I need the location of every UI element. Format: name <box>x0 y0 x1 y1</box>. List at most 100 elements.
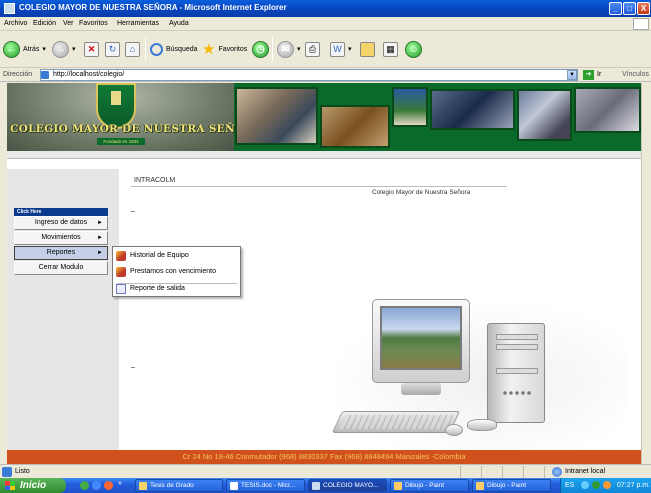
submenu-item-prestamos-con-vencimiento[interactable]: Prestamos con vencimiento <box>113 264 240 280</box>
address-input[interactable]: http://localhost/colegio/ <box>40 69 578 81</box>
submenu-item-label: Reporte de salida <box>130 285 185 292</box>
search-icon <box>150 42 163 56</box>
folder-icon <box>139 482 147 490</box>
maximize-button[interactable]: □ <box>623 2 636 15</box>
stop-icon: ✕ <box>84 41 99 57</box>
menu-item-reportes[interactable]: Reportes ► <box>14 246 108 260</box>
research-button[interactable]: ▦ <box>383 39 398 59</box>
close-button[interactable]: X <box>637 2 650 15</box>
banner-photo <box>320 105 390 148</box>
address-bar: Dirección http://localhost/colegio/ ▼ ➜ … <box>0 68 651 82</box>
clock: 07:27 p.m. <box>617 482 651 489</box>
start-button[interactable]: Inicio <box>0 478 66 493</box>
home-button[interactable]: ⌂ <box>125 39 140 59</box>
quicklaunch-media-icon[interactable] <box>104 481 113 490</box>
history-icon: ◷ <box>252 40 269 58</box>
tray-icon[interactable] <box>603 481 611 489</box>
window-title: COLEGIO MAYOR DE NUESTRA SEÑORA - Micros… <box>19 3 287 12</box>
menu-favoritos[interactable]: Favoritos <box>79 20 108 27</box>
menu-ayuda[interactable]: Ayuda <box>169 20 189 27</box>
network-icon[interactable] <box>581 481 589 489</box>
print-icon: ⎙ <box>305 41 320 57</box>
mouse-image <box>445 424 463 436</box>
minimize-button[interactable]: _ <box>609 2 622 15</box>
links-button[interactable]: Vínculos <box>622 71 649 78</box>
status-bar: Listo Intranet local <box>0 464 651 478</box>
back-button[interactable]: ← Atrás ▾ <box>3 39 46 59</box>
task-tesis-de-grado[interactable]: Tesis de Grado <box>135 479 223 492</box>
menu-item-cerrar-modulo[interactable]: Cerrar Modulo <box>14 261 108 275</box>
task-dibujo-paint-1[interactable]: Dibujo - Paint <box>390 479 469 492</box>
security-icon[interactable] <box>592 481 600 489</box>
ie-icon <box>312 482 320 490</box>
security-zone: Intranet local <box>565 468 606 475</box>
stop-button[interactable]: ✕ <box>84 39 99 59</box>
favorites-button[interactable]: ★ Favoritos <box>202 39 247 59</box>
taskbar: Inicio » Tesis de Grado TESIS.doc - Micr… <box>0 478 651 493</box>
back-label: Atrás <box>23 45 40 53</box>
header-banner: COLEGIO MAYOR DE NUESTRA SEÑORA Fundado … <box>7 83 641 151</box>
task-dibujo-paint-2[interactable]: Dibujo - Paint <box>472 479 551 492</box>
address-dropdown-icon[interactable]: ▼ <box>567 70 577 80</box>
menu-item-movimientos[interactable]: Movimientos ► <box>14 231 108 245</box>
search-button[interactable]: Búsqueda <box>150 39 198 59</box>
paint-icon <box>476 482 484 490</box>
word-icon <box>230 482 238 490</box>
intracolm-title: INTRACOLM <box>134 177 176 184</box>
menu-item-ingreso-de-datos[interactable]: Ingreso de datos ► <box>14 216 108 230</box>
go-button[interactable]: Ir <box>597 71 601 78</box>
print-button[interactable]: ⎙ <box>305 39 320 59</box>
computer-tower-image <box>487 323 545 423</box>
menu-archivo[interactable]: Archivo <box>4 20 27 27</box>
quicklaunch-ie-icon[interactable] <box>92 481 101 490</box>
vertical-scrollbar[interactable] <box>641 83 651 464</box>
mail-icon: ✉ <box>277 40 294 58</box>
landscape-screen-image <box>380 306 462 370</box>
task-colegio-mayor[interactable]: COLEGIO MAYO... <box>308 479 387 492</box>
task-label: TESIS.doc - Micr... <box>241 482 296 489</box>
start-label: Inicio <box>20 480 47 491</box>
page-icon <box>41 71 49 79</box>
menu-item-label: Cerrar Modulo <box>38 264 84 271</box>
tools-icon <box>116 267 126 277</box>
tools-icon <box>116 251 126 261</box>
banner-photo <box>517 89 572 141</box>
paint-icon <box>394 482 402 490</box>
forward-button[interactable]: → ▾ <box>52 39 76 59</box>
quicklaunch-icon[interactable] <box>80 481 89 490</box>
refresh-button[interactable]: ↻ <box>105 39 120 59</box>
go-arrow-icon[interactable]: ➜ <box>583 70 594 80</box>
menu-item-label: Ingreso de datos <box>34 219 88 226</box>
back-arrow-icon: ← <box>3 40 20 58</box>
menu-ver[interactable]: Ver <box>63 20 74 27</box>
language-indicator[interactable]: ES <box>565 478 574 493</box>
dropdown-arrow-icon: ▾ <box>348 46 352 53</box>
system-tray: ES 07:27 p.m. <box>560 478 651 493</box>
favorites-label: Favoritos <box>218 45 248 53</box>
menu-edicion[interactable]: Edición <box>33 20 56 27</box>
keyboard-image <box>331 411 461 433</box>
messenger-button[interactable]: ☺ <box>405 39 422 59</box>
mail-button[interactable]: ✉ ▾ <box>277 39 301 59</box>
edit-button[interactable]: W ▾ <box>330 39 352 59</box>
menu-item-label: Reportes <box>46 249 76 256</box>
more-chevron-icon[interactable]: » <box>118 480 122 487</box>
submenu-item-historial-de-equipo[interactable]: Historial de Equipo <box>113 248 240 264</box>
menu-herramientas[interactable]: Herramientas <box>117 20 159 27</box>
menu-title: Click Here <box>14 208 108 216</box>
task-label: Dibujo - Paint <box>487 482 527 489</box>
word-icon: W <box>330 41 345 57</box>
history-button[interactable]: ◷ <box>252 39 269 59</box>
dropdown-arrow-icon: ▾ <box>72 46 76 53</box>
research-icon: ▦ <box>383 41 398 57</box>
divider <box>131 186 507 187</box>
submenu-item-reporte-de-salida[interactable]: Reporte de salida <box>113 281 240 297</box>
task-tesis-doc[interactable]: TESIS.doc - Micr... <box>226 479 305 492</box>
menu-bar: Archivo Edición Ver Favoritos Herramient… <box>0 17 651 31</box>
address-label: Dirección <box>3 71 33 78</box>
folder-button[interactable] <box>360 39 375 59</box>
divider <box>131 211 135 212</box>
toolbar: ← Atrás ▾ → ▾ ✕ ↻ ⌂ Búsqueda ★ Favoritos… <box>0 31 651 68</box>
banner-school-name: COLEGIO MAYOR DE NUESTRA SEÑORA <box>10 123 262 135</box>
windows-flag-icon <box>5 481 15 490</box>
